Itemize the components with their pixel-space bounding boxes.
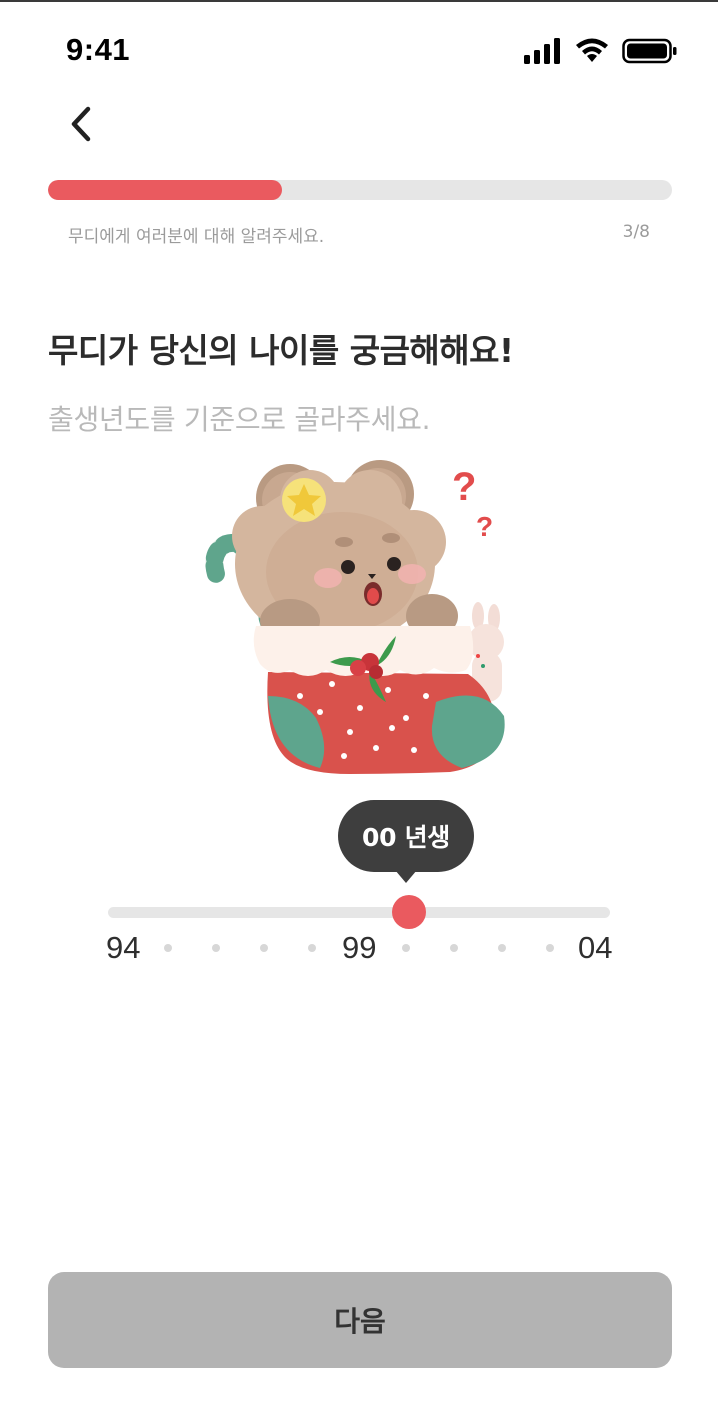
slider-tick-dot xyxy=(546,944,554,952)
slider-tick-dot xyxy=(498,944,506,952)
slider-label-start: 94 xyxy=(106,930,141,965)
progress-fill xyxy=(48,180,282,200)
progress-step-counter: 3/8 xyxy=(622,222,650,242)
slider-tick-dot xyxy=(450,944,458,952)
cellular-signal-icon xyxy=(524,38,560,64)
next-button[interactable]: 다음 xyxy=(48,1272,672,1368)
wifi-icon xyxy=(576,38,608,62)
status-time: 9:41 xyxy=(66,32,131,67)
status-icons xyxy=(524,38,678,64)
selected-year-tooltip: 00 년생 xyxy=(338,800,474,872)
tooltip-arrow xyxy=(395,870,417,883)
slider-label-end: 04 xyxy=(578,930,613,965)
progress-bar xyxy=(48,180,672,200)
question-title: 무디가 당신의 나이를 궁금해해요! xyxy=(48,331,514,370)
question-marks: ? ? xyxy=(452,465,493,542)
slider-tick-dot xyxy=(308,944,316,952)
battery-icon xyxy=(622,38,677,64)
star-decoration xyxy=(282,478,326,522)
year-slider-track[interactable] xyxy=(108,907,610,918)
question-subtitle: 출생년도를 기준으로 골라주세요. xyxy=(48,403,431,436)
svg-text:?: ? xyxy=(452,465,476,509)
year-slider-thumb[interactable] xyxy=(392,895,427,929)
slider-tick-dot xyxy=(260,944,268,952)
progress-label: 무디에게 여러분에 대해 알려주세요. xyxy=(68,227,325,247)
mascot-illustration: ? ? xyxy=(205,460,505,774)
christmas-stocking xyxy=(253,626,505,774)
slider-tick-dot xyxy=(212,944,220,952)
slider-tick-dot xyxy=(164,944,172,952)
chevron-left-icon xyxy=(71,106,91,142)
svg-text:?: ? xyxy=(476,511,493,542)
back-button[interactable] xyxy=(56,100,104,148)
slider-label-middle: 99 xyxy=(342,930,377,965)
top-border xyxy=(0,0,718,2)
slider-tick-dot xyxy=(402,944,410,952)
